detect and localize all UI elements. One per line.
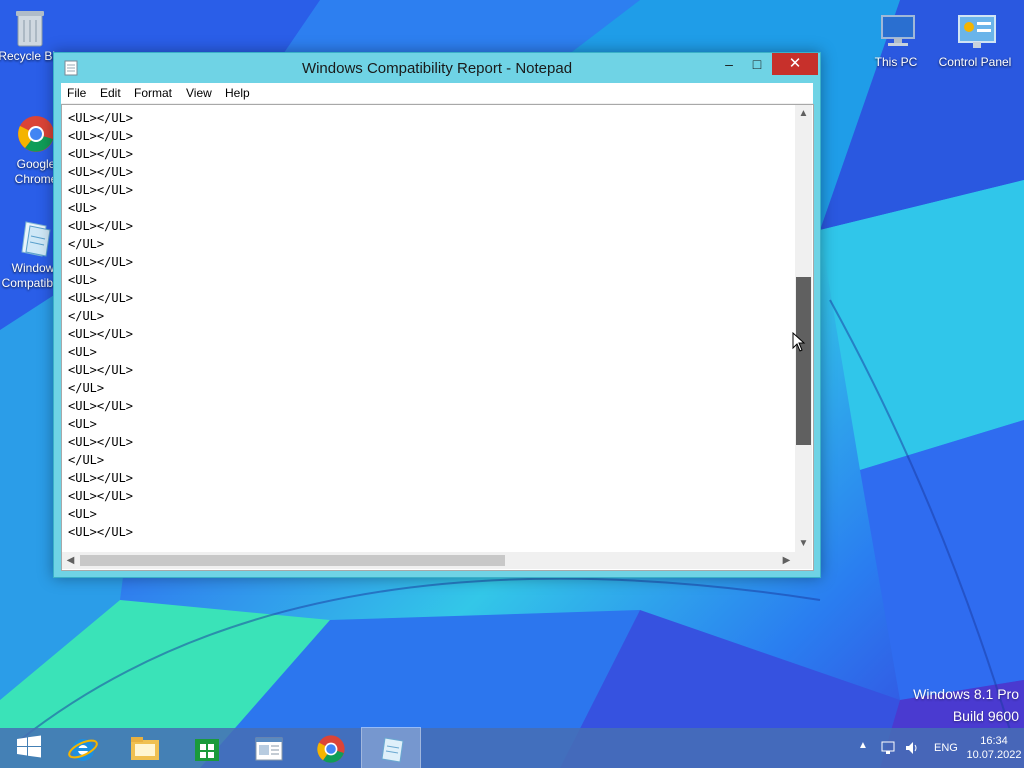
text-line: </UL> — [68, 381, 105, 395]
text-line: <UL> — [68, 345, 97, 359]
taskbar-file-explorer[interactable] — [114, 728, 172, 768]
system-tray: ▲ ENG 16:34 10.07.2022 — [824, 728, 1024, 768]
text-line: <UL></UL> — [68, 165, 134, 179]
chrome-icon — [16, 114, 56, 154]
show-hidden-icons-icon[interactable]: ▲ — [858, 740, 868, 751]
brand-line-1: Windows 8.1 Pro — [913, 686, 1019, 702]
network-icon[interactable] — [880, 740, 896, 756]
brand-line-2: Build 9600 — [952, 708, 1019, 724]
taskbar: ▲ ENG 16:34 10.07.2022 — [0, 727, 1024, 768]
text-content[interactable]: <UL></UL> <UL></UL> <UL></UL> <UL></UL> <UL>… — [68, 109, 133, 541]
title-bar[interactable]: Windows Compatibility Report - Notepad –… — [54, 53, 820, 83]
clock-date: 10.07.2022 — [966, 749, 1022, 761]
menu-file[interactable]: File — [67, 86, 86, 100]
scroll-down-arrow-icon[interactable]: ▼ — [795, 535, 812, 552]
text-line: <UL></UL> — [68, 111, 134, 125]
recycle-bin-icon — [10, 6, 50, 47]
store-icon — [195, 739, 219, 761]
windows-version-watermark: Windows 8.1 Pro Build 9600 — [913, 683, 1019, 727]
resize-grip-icon[interactable] — [795, 552, 812, 569]
computer-icon — [876, 12, 916, 52]
text-line: <UL></UL> — [68, 471, 134, 485]
taskbar-chrome[interactable] — [300, 728, 358, 768]
menu-edit[interactable]: Edit — [100, 86, 121, 100]
text-line: </UL> — [68, 453, 105, 467]
text-line: <UL></UL> — [68, 183, 134, 197]
volume-icon[interactable] — [904, 740, 920, 756]
text-line: <UL> — [68, 273, 97, 287]
menu-view[interactable]: View — [186, 86, 212, 100]
start-icon — [17, 735, 41, 758]
text-line: <UL></UL> — [68, 255, 134, 269]
close-button[interactable]: ✕ — [772, 53, 818, 75]
text-line: <UL></UL> — [68, 435, 134, 449]
vertical-scrollbar[interactable]: ▲ ▼ — [795, 105, 812, 552]
text-line: <UL> — [68, 417, 97, 431]
taskbar-store[interactable] — [176, 728, 234, 768]
taskbar-notepad[interactable] — [361, 727, 421, 768]
notepad-icon — [381, 737, 404, 763]
taskbar-internet-explorer[interactable] — [52, 728, 110, 768]
text-line: <UL></UL> — [68, 219, 134, 233]
window-title: Windows Compatibility Report - Notepad — [301, 60, 573, 77]
desktop-icon-this-pc[interactable]: This PC — [858, 12, 934, 70]
text-line: <UL> — [68, 507, 97, 521]
menu-format[interactable]: Format — [134, 86, 172, 100]
mouse-cursor-icon — [792, 332, 806, 352]
text-line: <UL></UL> — [68, 363, 134, 377]
desktop-icon-label: Control Panel — [938, 55, 1012, 69]
notepad-document-icon — [16, 218, 56, 258]
minimize-button[interactable]: – — [714, 53, 744, 75]
vertical-scroll-thumb[interactable] — [796, 277, 811, 445]
chrome-icon — [317, 735, 345, 763]
clock[interactable]: 16:34 10.07.2022 — [965, 734, 1023, 762]
horizontal-scrollbar[interactable]: ◀ ▶ — [62, 552, 795, 569]
control-panel-icon — [955, 12, 996, 52]
desktop-icon-label: This PC — [874, 55, 918, 69]
text-line: <UL></UL> — [68, 291, 134, 305]
taskbar-document-viewer[interactable] — [238, 728, 296, 768]
language-indicator[interactable]: ENG — [934, 742, 958, 754]
text-line: </UL> — [68, 309, 105, 323]
maximize-button[interactable]: □ — [744, 53, 770, 75]
clock-time: 16:34 — [980, 735, 1008, 747]
text-line: <UL></UL> — [68, 525, 134, 539]
text-line: <UL> — [68, 201, 97, 215]
scroll-left-arrow-icon[interactable]: ◀ — [62, 552, 79, 569]
text-line: <UL></UL> — [68, 129, 134, 143]
menu-bar: File Edit Format View Help — [61, 83, 813, 104]
text-line: <UL></UL> — [68, 327, 134, 341]
internet-explorer-icon — [68, 739, 98, 761]
text-line: <UL></UL> — [68, 399, 134, 413]
text-line: <UL></UL> — [68, 147, 134, 161]
document-viewer-icon — [255, 737, 283, 761]
text-line: </UL> — [68, 237, 105, 251]
notepad-window[interactable]: Windows Compatibility Report - Notepad –… — [53, 52, 821, 578]
menu-help[interactable]: Help — [225, 86, 250, 100]
desktop-icon-control-panel[interactable]: Control Panel — [937, 12, 1013, 70]
text-line: <UL></UL> — [68, 489, 134, 503]
text-editor[interactable]: <UL></UL> <UL></UL> <UL></UL> <UL></UL> <UL>… — [61, 104, 814, 571]
scroll-up-arrow-icon[interactable]: ▲ — [795, 105, 812, 122]
scroll-right-arrow-icon[interactable]: ▶ — [778, 552, 795, 569]
horizontal-scroll-thumb[interactable] — [80, 555, 505, 566]
file-explorer-icon — [131, 737, 159, 760]
taskbar-start-button[interactable] — [0, 728, 58, 768]
